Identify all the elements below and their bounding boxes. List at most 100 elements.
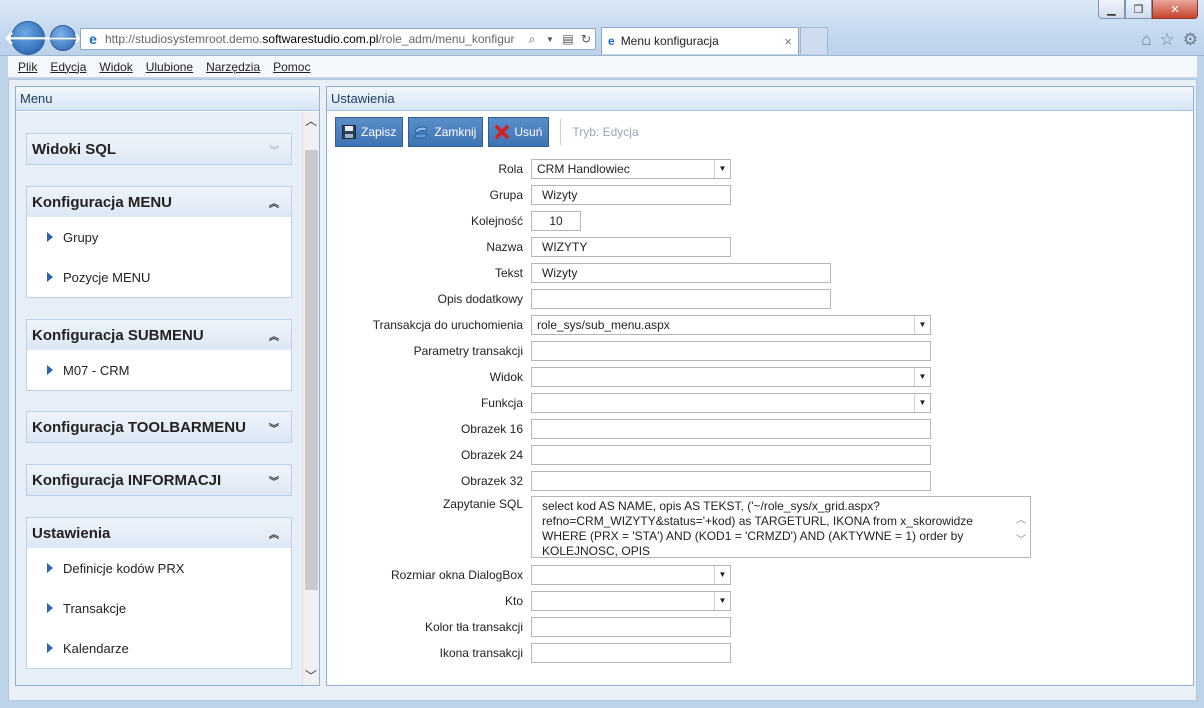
- dropdown-arrow-icon[interactable]: ▼: [714, 159, 730, 178]
- menu-pomoc[interactable]: Pomoc: [273, 60, 310, 74]
- menu-item-grupy[interactable]: Grupy: [27, 217, 291, 257]
- menu-item-definicje-kodow[interactable]: Definicje kodów PRX: [27, 548, 291, 588]
- arrow-right-icon: [47, 232, 53, 242]
- collapse-chevron-icon[interactable]: ︽: [269, 195, 279, 210]
- section-header[interactable]: Ustawienia ︽: [27, 518, 291, 548]
- arrow-right-icon: [47, 643, 53, 653]
- section-header[interactable]: Konfiguracja TOOLBARMENU ︾: [27, 412, 291, 442]
- window-controls: ▁ ❐ ✕: [1098, 0, 1198, 20]
- collapse-chevron-icon[interactable]: ︽: [269, 526, 279, 541]
- menu-scrollbar[interactable]: ︿ ﹀: [302, 112, 319, 685]
- input-nazwa[interactable]: WIZYTY: [531, 236, 731, 257]
- settings-panel-title: Ustawienia: [327, 87, 1193, 111]
- close-window-button[interactable]: ✕: [1152, 0, 1198, 19]
- menu-item-m07-crm[interactable]: M07 - CRM: [27, 350, 291, 390]
- textarea-zapytanie-sql[interactable]: select kod AS NAME, opis AS TEKST, ('~/r…: [531, 496, 1031, 558]
- home-icon[interactable]: ⌂: [1141, 30, 1151, 50]
- menu-widok[interactable]: Widok: [99, 60, 132, 74]
- section-konfiguracja-toolbarmenu: Konfiguracja TOOLBARMENU ︾: [26, 411, 292, 443]
- expand-chevron-icon[interactable]: ︾: [269, 420, 279, 435]
- input-obrazek16[interactable]: [531, 418, 931, 439]
- select-rola[interactable]: CRM Handlowiec ▼: [531, 158, 731, 179]
- input-ikona[interactable]: [531, 642, 731, 663]
- minimize-button[interactable]: ▁: [1098, 0, 1125, 19]
- select-funkcja[interactable]: ▼: [531, 392, 931, 413]
- section-header[interactable]: Konfiguracja MENU ︽: [27, 187, 291, 217]
- label-rola: Rola: [498, 161, 523, 176]
- input-kolor[interactable]: [531, 616, 731, 637]
- menu-panel: Menu Widoki SQL ︾ Konfiguracja MENU ︽ Gr…: [15, 86, 320, 686]
- collapse-chevron-icon[interactable]: ︽: [269, 328, 279, 343]
- settings-gear-icon[interactable]: ⚙: [1183, 30, 1198, 50]
- close-button[interactable]: Zamknij: [408, 117, 484, 147]
- section-header[interactable]: Konfiguracja SUBMENU ︽: [27, 320, 291, 350]
- label-nazwa: Nazwa: [486, 239, 523, 254]
- scroll-thumb[interactable]: [305, 150, 318, 590]
- select-rozmiar[interactable]: ▼: [531, 564, 731, 585]
- tab-title: Menu konfiguracja: [620, 34, 719, 48]
- address-bar[interactable]: e http://studiosystemroot.demo.softwares…: [80, 28, 596, 50]
- toolbar-separator: [560, 119, 562, 145]
- input-kolejnosc[interactable]: 10: [531, 210, 581, 231]
- row-widok: Widok ▼: [327, 366, 931, 387]
- maximize-button[interactable]: ❐: [1125, 0, 1152, 19]
- delete-button[interactable]: Usuń: [488, 117, 550, 147]
- textarea-scroll-icon[interactable]: ︿ ﹀: [1016, 511, 1026, 551]
- dropdown-arrow-icon[interactable]: ▼: [914, 315, 930, 334]
- input-grupa[interactable]: Wizyty: [531, 184, 731, 205]
- menu-plik[interactable]: Plik: [18, 60, 37, 74]
- forward-button[interactable]: 🡒: [44, 25, 82, 51]
- section-widoki-sql: Widoki SQL ︾: [26, 133, 292, 165]
- section-title: Konfiguracja TOOLBARMENU: [32, 418, 246, 436]
- dropdown-arrow-icon[interactable]: ▼: [914, 393, 930, 412]
- input-opis[interactable]: [531, 288, 831, 309]
- input-obrazek32[interactable]: [531, 470, 931, 491]
- section-header[interactable]: Konfiguracja INFORMACJI ︾: [27, 465, 291, 495]
- menu-item-pozycje-menu[interactable]: Pozycje MENU: [27, 257, 291, 297]
- menu-ulubione[interactable]: Ulubione: [146, 60, 193, 74]
- menu-narzedzia[interactable]: Narzędzia: [206, 60, 260, 74]
- arrow-right-icon: [47, 603, 53, 613]
- section-header[interactable]: Widoki SQL ︾: [27, 134, 291, 164]
- floppy-disk-icon: [341, 124, 357, 140]
- browser-titlebar: ▁ ❐ ✕ 🡐 🡒 e http://studiosystemroot.demo…: [0, 0, 1204, 56]
- select-widok[interactable]: ▼: [531, 366, 931, 387]
- label-obrazek24: Obrazek 24: [460, 447, 523, 462]
- input-tekst[interactable]: Wizyty: [531, 262, 831, 283]
- input-parametry[interactable]: [531, 340, 931, 361]
- dropdown-arrow-icon[interactable]: ▼: [541, 35, 559, 44]
- back-button[interactable]: 🡐: [4, 21, 52, 55]
- browser-tab-active[interactable]: e Menu konfiguracja ×: [601, 27, 799, 54]
- section-title: Konfiguracja MENU: [32, 193, 173, 211]
- input-obrazek24[interactable]: [531, 444, 931, 465]
- new-tab-button[interactable]: [800, 27, 828, 54]
- scroll-down-icon[interactable]: ﹀: [303, 667, 319, 685]
- mode-indicator: Tryb: Edycja: [572, 125, 639, 139]
- dropdown-arrow-icon[interactable]: ▼: [914, 367, 930, 386]
- label-funkcja: Funkcja: [480, 395, 523, 410]
- save-button[interactable]: Zapisz: [335, 117, 404, 147]
- scroll-up-icon[interactable]: ︿: [303, 112, 319, 130]
- dropdown-arrow-icon[interactable]: ▼: [714, 565, 730, 584]
- favorites-star-icon[interactable]: ☆: [1160, 30, 1175, 50]
- tab-close-icon[interactable]: ×: [784, 34, 792, 49]
- section-title: Ustawienia: [32, 524, 111, 542]
- label-opis: Opis dodatkowy: [437, 291, 523, 306]
- menu-item-kalendarze[interactable]: Kalendarze: [27, 628, 291, 668]
- compatibility-icon[interactable]: ▤: [559, 32, 577, 46]
- label-obrazek16: Obrazek 16: [460, 421, 523, 436]
- dropdown-arrow-icon[interactable]: ▼: [714, 591, 730, 610]
- expand-chevron-icon[interactable]: ︾: [269, 142, 279, 157]
- expand-chevron-icon[interactable]: ︾: [269, 473, 279, 488]
- browser-menubar: Plik Edycja Widok Ulubione Narzędzia Pom…: [8, 56, 1197, 78]
- select-kto[interactable]: ▼: [531, 590, 731, 611]
- section-title: Widoki SQL: [32, 140, 117, 158]
- select-transakcja[interactable]: role_sys/sub_menu.aspx ▼: [531, 314, 931, 335]
- search-icon[interactable]: ⌕: [523, 32, 541, 47]
- row-grupa: Grupa Wizyty: [327, 184, 731, 205]
- address-url[interactable]: http://studiosystemroot.demo.softwarestu…: [105, 32, 523, 46]
- menu-accordion: Widoki SQL ︾ Konfiguracja MENU ︽ Grupy P…: [16, 112, 319, 685]
- refresh-icon[interactable]: ↻: [577, 32, 595, 46]
- menu-item-transakcje[interactable]: Transakcje: [27, 588, 291, 628]
- menu-edycja[interactable]: Edycja: [50, 60, 86, 74]
